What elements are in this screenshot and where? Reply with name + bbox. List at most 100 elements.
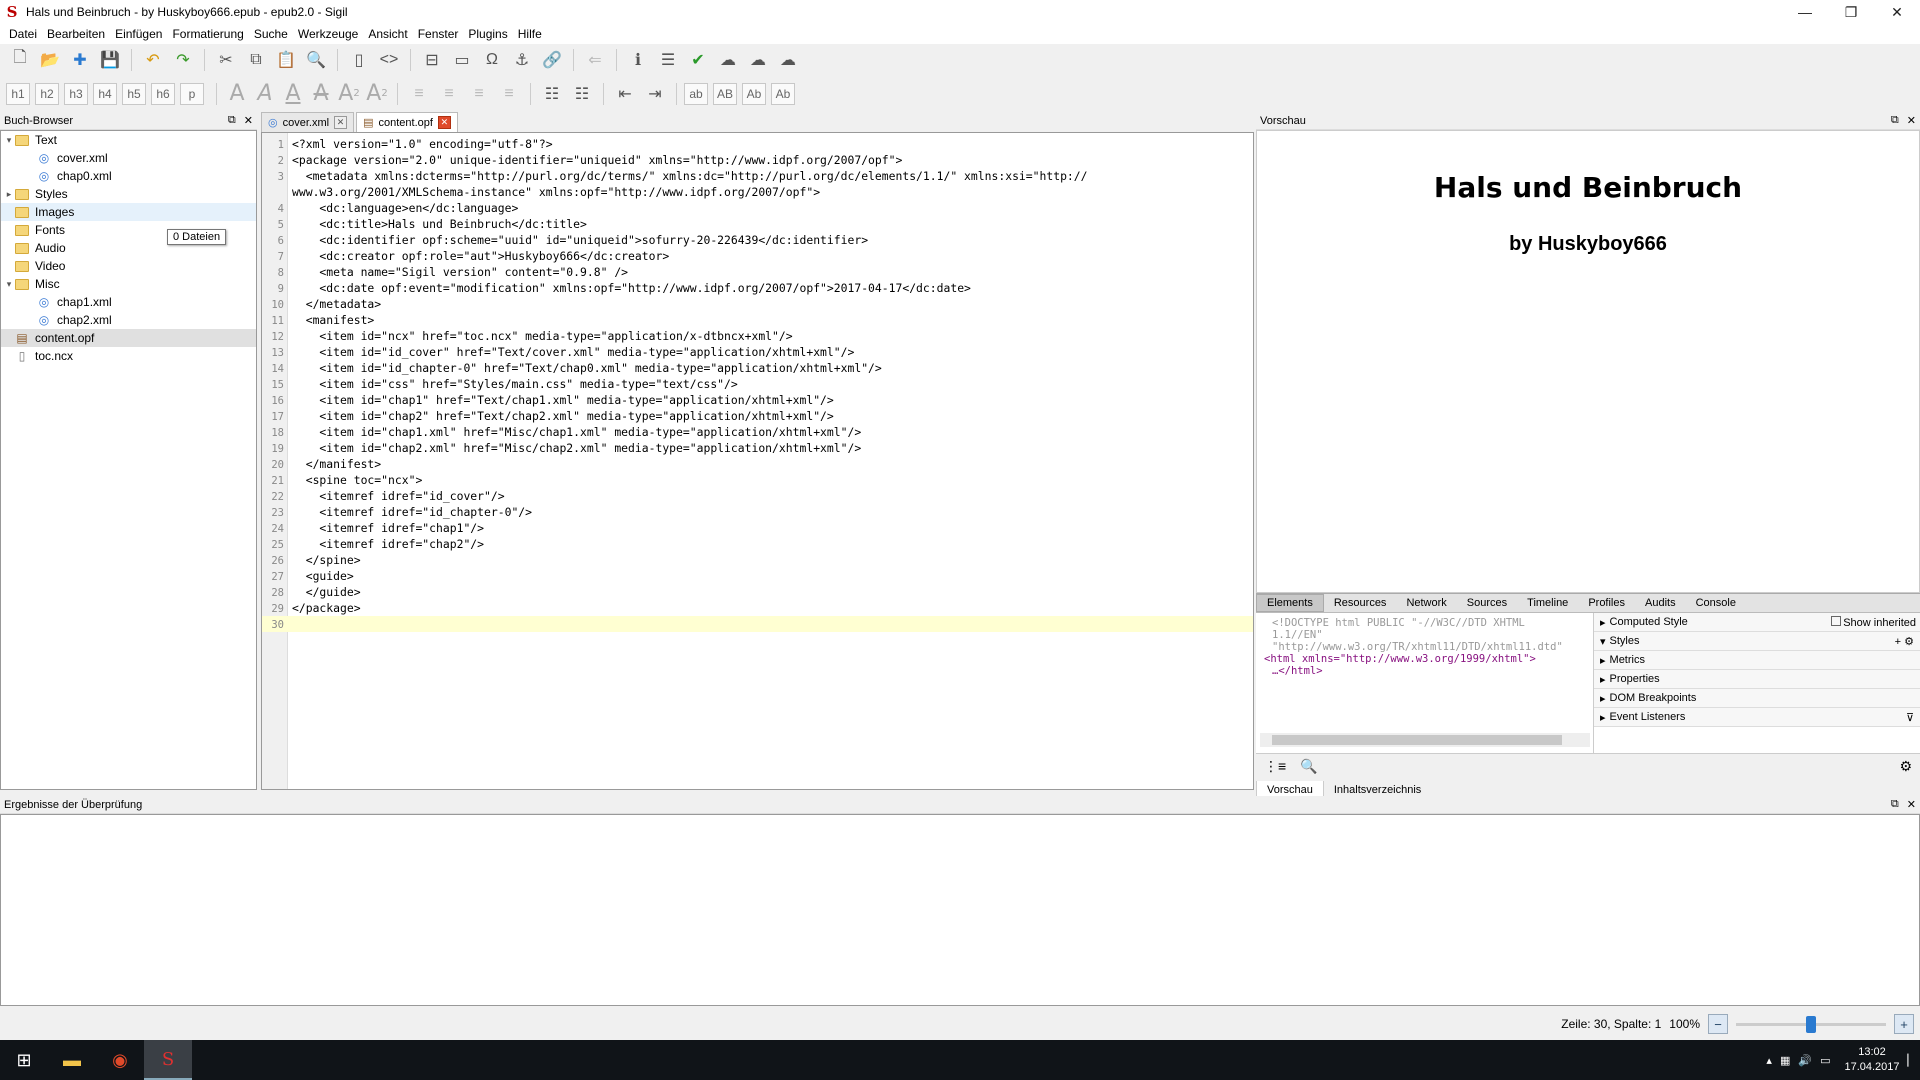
close-panel-icon[interactable]: ✕ — [1907, 114, 1916, 127]
code-line[interactable]: 24 <itemref idref="chap1"/> — [262, 520, 1253, 536]
paste-icon[interactable]: 📋 — [272, 47, 300, 73]
tree-item[interactable]: ▸ Styles — [1, 185, 256, 203]
add-style-icon[interactable]: + ⚙ — [1895, 635, 1914, 648]
heading-button-h2[interactable]: h2 — [35, 82, 59, 105]
zoom-slider[interactable] — [1736, 1014, 1886, 1034]
open-folder-icon[interactable]: 📂 — [36, 47, 64, 73]
style-section[interactable]: ▸ Properties — [1594, 670, 1920, 689]
code-line[interactable]: 25 <itemref idref="chap2"/> — [262, 536, 1253, 552]
style-section[interactable]: ▾ Styles + ⚙ — [1594, 632, 1920, 651]
back-arrow-icon[interactable]: ⇐ — [581, 47, 609, 73]
find-icon[interactable]: 🔍 — [302, 47, 330, 73]
inspector-tab[interactable]: Profiles — [1578, 594, 1635, 612]
split-icon[interactable]: ⊟ — [418, 47, 446, 73]
tree-item[interactable]: ▾ Text — [1, 131, 256, 149]
code-line[interactable]: 8 <meta name="Sigil version" content="0.… — [262, 264, 1253, 280]
superscript-icon[interactable]: A2 — [364, 81, 390, 107]
heading-button-h4[interactable]: h4 — [93, 82, 117, 105]
heading-button-h3[interactable]: h3 — [64, 82, 88, 105]
show-desktop-button[interactable]: ▏ — [1908, 1054, 1916, 1067]
zoom-in-button[interactable]: + — [1894, 1014, 1914, 1034]
inspector-tab[interactable]: Elements — [1256, 594, 1324, 612]
tray-app-icon[interactable]: ▴ — [1766, 1054, 1772, 1067]
inspector-tab[interactable]: Audits — [1635, 594, 1686, 612]
menu-item[interactable]: Fenster — [413, 27, 464, 41]
inspector-tab[interactable]: Sources — [1457, 594, 1517, 612]
code-line[interactable]: 12 <item id="ncx" href="toc.ncx" media-t… — [262, 328, 1253, 344]
code-line[interactable]: 7 <dc:creator opf:role="aut">Huskyboy666… — [262, 248, 1253, 264]
clock[interactable]: 13:02 17.04.2017 — [1844, 1045, 1899, 1075]
validate-epub-icon[interactable]: ☁ — [744, 47, 772, 73]
inspector-tab[interactable]: Resources — [1324, 594, 1397, 612]
dom-line[interactable]: 1.1//EN" — [1272, 629, 1593, 641]
italic-icon[interactable]: A — [252, 81, 278, 107]
filter-icon[interactable]: ⊽ — [1906, 711, 1914, 724]
copy-icon[interactable]: ⧉ — [242, 47, 270, 73]
expand-arrow-icon[interactable]: ▾ — [3, 279, 15, 290]
code-line[interactable]: 14 <item id="id_chapter-0" href="Text/ch… — [262, 360, 1253, 376]
validate-icon[interactable]: ☁ — [714, 47, 742, 73]
align-center-icon[interactable]: ≡ — [435, 81, 463, 107]
code-line[interactable]: 20 </manifest> — [262, 456, 1253, 472]
undock-icon[interactable]: ⧉ — [1891, 798, 1899, 811]
align-left-icon[interactable]: ≡ — [405, 81, 433, 107]
link-icon[interactable]: 🔗 — [538, 47, 566, 73]
strikethrough-icon[interactable]: A — [308, 81, 334, 107]
numbered-list-icon[interactable]: ☷ — [568, 81, 596, 107]
chrome-icon[interactable]: ◉ — [96, 1040, 144, 1080]
close-panel-icon[interactable]: ✕ — [1907, 798, 1916, 811]
menu-item[interactable]: Einfügen — [110, 27, 167, 41]
dom-line[interactable]: …</html> — [1272, 665, 1593, 677]
underline-icon[interactable]: A — [280, 81, 306, 107]
expand-arrow-icon[interactable]: ▾ — [3, 135, 15, 146]
subscript-icon[interactable]: A2 — [336, 81, 362, 107]
menu-item[interactable]: Bearbeiten — [42, 27, 110, 41]
code-line[interactable]: 4 <dc:language>en</dc:language> — [262, 200, 1253, 216]
menu-item[interactable]: Plugins — [463, 27, 512, 41]
horizontal-scrollbar[interactable] — [1260, 733, 1590, 747]
code-line[interactable]: 30 — [262, 616, 1253, 632]
code-line[interactable]: 11 <manifest> — [262, 312, 1253, 328]
heading-button-p[interactable]: p — [180, 82, 204, 105]
case-button[interactable]: ab — [684, 82, 708, 105]
case-button[interactable]: AB — [713, 82, 737, 105]
editor-tab[interactable]: ▤ content.opf ✕ — [356, 112, 458, 132]
justify-icon[interactable]: ≡ — [495, 81, 523, 107]
tree-item[interactable]: ◎ chap2.xml — [1, 311, 256, 329]
bullet-list-icon[interactable]: ☷ — [538, 81, 566, 107]
code-line[interactable]: 15 <item id="css" href="Styles/main.css"… — [262, 376, 1253, 392]
code-line[interactable]: 27 <guide> — [262, 568, 1253, 584]
tree-item[interactable]: ◎ cover.xml — [1, 149, 256, 167]
code-view[interactable]: 1 <?xml version="1.0" encoding="utf-8"?> 2… — [261, 132, 1254, 790]
tree-item[interactable]: Images — [1, 203, 256, 221]
bold-icon[interactable]: A — [224, 81, 250, 107]
menu-item[interactable]: Ansicht — [363, 27, 412, 41]
style-section[interactable]: ▸ Event Listeners ⊽ — [1594, 708, 1920, 727]
editor-tab[interactable]: ◎ cover.xml ✕ — [261, 112, 355, 132]
code-line-wrap[interactable]: www.w3.org/2001/XMLSchema-instance" xmln… — [262, 184, 1253, 200]
undock-icon[interactable]: ⧉ — [228, 114, 236, 127]
file-explorer-icon[interactable]: ▬ — [48, 1040, 96, 1080]
code-line[interactable]: 2 <package version="2.0" unique-identifie… — [262, 152, 1253, 168]
anchor-icon[interactable]: ⚓ — [508, 47, 536, 73]
close-tab-icon[interactable]: ✕ — [334, 116, 348, 129]
tree-item[interactable]: ▾ Misc — [1, 275, 256, 293]
tree-item[interactable]: ▤ content.opf — [1, 329, 256, 347]
code-line[interactable]: 26 </spine> — [262, 552, 1253, 568]
show-inherited-checkbox[interactable]: Show inherited — [1831, 615, 1916, 629]
code-line[interactable]: 13 <item id="id_cover" href="Text/cover.… — [262, 344, 1253, 360]
code-line[interactable]: 10 </metadata> — [262, 296, 1253, 312]
sigil-taskbar-icon[interactable]: S — [144, 1040, 192, 1080]
increase-indent-icon[interactable]: ⇥ — [641, 81, 669, 107]
console-icon[interactable]: ⋮≡ — [1264, 758, 1286, 775]
menu-item[interactable]: Formatierung — [167, 27, 248, 41]
tree-item[interactable]: ◎ chap1.xml — [1, 293, 256, 311]
new-file-icon[interactable]: 🗋 — [6, 47, 34, 73]
code-line[interactable]: 17 <item id="chap2" href="Text/chap2.xml… — [262, 408, 1253, 424]
heading-button-h6[interactable]: h6 — [151, 82, 175, 105]
code-line[interactable]: 19 <item id="chap2.xml" href="Misc/chap2… — [262, 440, 1253, 456]
scrollbar-thumb[interactable] — [1272, 735, 1562, 745]
windows-start-icon[interactable]: ⊞ — [0, 1040, 48, 1080]
heading-button-h1[interactable]: h1 — [6, 82, 30, 105]
metadata-icon[interactable]: ℹ — [624, 47, 652, 73]
